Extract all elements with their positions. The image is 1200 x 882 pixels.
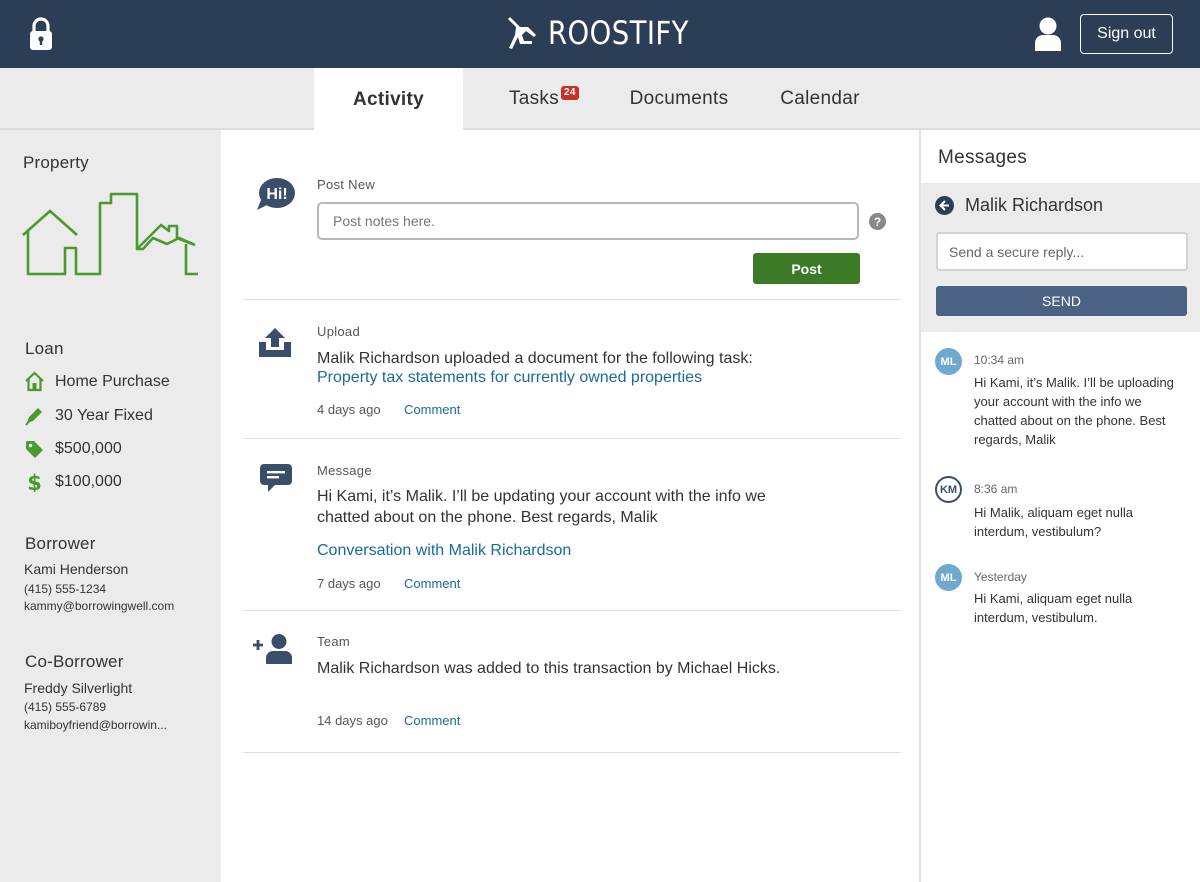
comment-link[interactable]: Comment	[404, 402, 460, 417]
avatar: KM	[935, 476, 962, 503]
borrower-heading: Borrower	[25, 534, 96, 553]
down-payment-row: $ $100,000	[24, 471, 122, 492]
app-name: ROOSTIFY	[548, 14, 689, 52]
comment-link[interactable]: Comment	[404, 713, 460, 728]
post-notes-input[interactable]	[317, 202, 859, 240]
feed-item-body: Malik Richardson uploaded a document for…	[317, 350, 753, 367]
feed-item-time: 4 days ago	[317, 402, 381, 417]
loan-term-row: 30 Year Fixed	[24, 405, 153, 426]
loan-sidebar: Property Loan Home Purchase 30 Year Fixe…	[0, 130, 221, 882]
sign-out-button[interactable]: Sign out	[1080, 14, 1173, 54]
coborrower-email[interactable]: kamiboyfriend@borrowin...	[24, 718, 167, 732]
coborrower-name: Freddy Silverlight	[24, 680, 133, 696]
feed-item-body: Malik Richardson was added to this trans…	[317, 660, 781, 677]
pen-icon	[25, 408, 42, 426]
help-icon[interactable]: ?	[869, 213, 886, 230]
tab-documents[interactable]: Documents	[614, 68, 744, 130]
top-bar: ROOSTIFY Sign out	[0, 0, 1200, 68]
feed-item-kind: Team	[317, 634, 350, 649]
secure-reply-input[interactable]	[936, 232, 1188, 271]
hi-icon-text: Hi!	[266, 186, 287, 203]
message-text: Hi Kami, aliquam eget nulla interdum, ve…	[974, 591, 1133, 625]
tab-tasks[interactable]: Tasks 24	[494, 68, 579, 130]
send-button[interactable]: SEND	[936, 286, 1187, 316]
feed-item-kind: Message	[317, 463, 372, 478]
app-logo[interactable]: ROOSTIFY	[506, 14, 712, 52]
feed-divider	[243, 438, 901, 439]
feed-item-kind: Upload	[317, 324, 360, 339]
post-button[interactable]: Post	[753, 253, 860, 284]
tab-tasks-label: Tasks	[508, 88, 560, 109]
add-user-icon	[253, 634, 292, 664]
loan-type-label: Home Purchase	[55, 372, 170, 390]
lock-icon[interactable]	[28, 17, 54, 51]
rooster-logo-icon	[508, 17, 536, 49]
feed-item-time: 14 days ago	[317, 713, 388, 728]
message-time: 10:34 am	[974, 353, 1025, 367]
avatar: ML	[935, 348, 962, 375]
home-icon	[25, 371, 44, 392]
avatar: ML	[935, 564, 962, 591]
feed-divider	[243, 610, 901, 611]
tab-calendar[interactable]: Calendar	[767, 68, 873, 130]
dollar-icon: $	[27, 471, 42, 492]
hi-speech-bubble-icon: Hi!	[257, 178, 295, 210]
message-text: Hi Malik, aliquam eget nulla interdum, v…	[974, 505, 1133, 539]
messages-title: Messages	[938, 147, 1027, 168]
comment-link[interactable]: Comment	[404, 576, 460, 591]
post-new-label: Post New	[317, 177, 376, 192]
borrower-email[interactable]: kammy@borrowingwell.com	[24, 599, 174, 613]
message-bubble-icon	[260, 464, 292, 492]
tasks-count-badge: 24	[561, 86, 579, 100]
conversation-link[interactable]: Conversation with Malik Richardson	[317, 542, 571, 560]
tab-bar: Activity Tasks 24 Documents Calendar	[0, 68, 1200, 132]
user-icon[interactable]	[1034, 16, 1062, 52]
feed-item-time: 7 days ago	[317, 576, 381, 591]
loan-type-row: Home Purchase	[24, 371, 170, 392]
property-skyline-icon	[22, 192, 198, 276]
tab-activity[interactable]: Activity	[314, 68, 463, 132]
tag-icon	[26, 441, 43, 458]
activity-feed: Hi! Post New ? Post Upload Malik Richard…	[221, 130, 919, 882]
messages-panel: Messages Malik Richardson SEND ML 10:34 …	[919, 130, 1200, 882]
feed-divider	[243, 752, 901, 753]
loan-heading: Loan	[25, 339, 64, 358]
coborrower-phone[interactable]: (415) 555-6789	[24, 700, 106, 714]
message-time: 8:36 am	[974, 482, 1018, 496]
down-payment-label: $100,000	[55, 472, 122, 490]
feed-divider	[243, 299, 901, 300]
coborrower-heading: Co-Borrower	[25, 652, 124, 671]
purchase-price-label: $500,000	[55, 439, 122, 457]
feed-item-body: Hi Kami, it’s Malik. I’ll be updating yo…	[317, 488, 766, 526]
upload-tray-icon	[259, 328, 291, 357]
task-link[interactable]: Property tax statements for currently ow…	[317, 369, 702, 387]
message-compose: Malik Richardson SEND	[921, 183, 1200, 332]
property-heading: Property	[23, 153, 89, 172]
back-arrow-icon[interactable]	[935, 196, 954, 215]
message-time: Yesterday	[974, 570, 1027, 584]
message-text: Hi Kami, it’s Malik. I’ll be uploading y…	[974, 375, 1174, 447]
message-contact-name: Malik Richardson	[965, 195, 1104, 215]
purchase-price-row: $500,000	[24, 438, 122, 459]
svg-text:$: $	[27, 471, 42, 492]
borrower-name: Kami Henderson	[24, 561, 129, 577]
loan-term-label: 30 Year Fixed	[55, 406, 153, 424]
borrower-phone[interactable]: (415) 555-1234	[24, 582, 106, 596]
